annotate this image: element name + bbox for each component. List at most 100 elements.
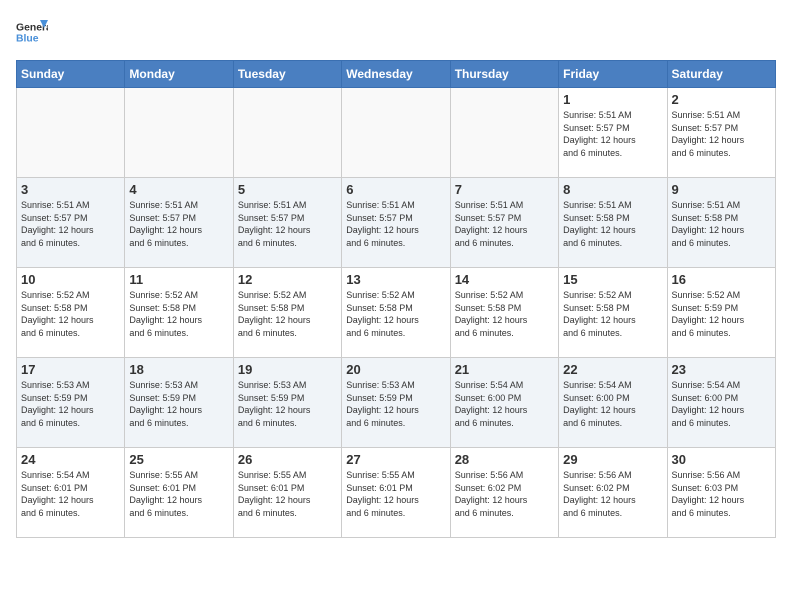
calendar-week-1: 1 Sunrise: 5:51 AM Sunset: 5:57 PM Daylig…	[17, 88, 776, 178]
calendar-cell: 23 Sunrise: 5:54 AM Sunset: 6:00 PM Dayli…	[667, 358, 775, 448]
calendar-cell: 17 Sunrise: 5:53 AM Sunset: 5:59 PM Dayli…	[17, 358, 125, 448]
day-info: Sunrise: 5:55 AM Sunset: 6:01 PM Dayligh…	[346, 469, 445, 519]
day-number: 4	[129, 182, 228, 197]
day-info: Sunrise: 5:52 AM Sunset: 5:58 PM Dayligh…	[238, 289, 337, 339]
calendar-cell: 21Sunrise: 5:54 AM Sunset: 6:00 PM Dayli…	[450, 358, 558, 448]
day-info: Sunrise: 5:56 AM Sunset: 6:03 PM Dayligh…	[672, 469, 771, 519]
calendar-cell	[17, 88, 125, 178]
calendar-cell: 13 Sunrise: 5:52 AM Sunset: 5:58 PM Dayli…	[342, 268, 450, 358]
calendar-cell: 25 Sunrise: 5:55 AM Sunset: 6:01 PM Dayli…	[125, 448, 233, 538]
day-info: Sunrise: 5:51 AM Sunset: 5:57 PM Dayligh…	[21, 199, 120, 249]
day-info: Sunrise: 5:52 AM Sunset: 5:58 PM Dayligh…	[563, 289, 662, 339]
logo: General Blue	[16, 16, 48, 48]
weekday-header-tuesday: Tuesday	[233, 61, 341, 88]
calendar-cell: 4 Sunrise: 5:51 AM Sunset: 5:57 PM Daylig…	[125, 178, 233, 268]
weekday-header-thursday: Thursday	[450, 61, 558, 88]
calendar-cell: 22 Sunrise: 5:54 AM Sunset: 6:00 PM Dayli…	[559, 358, 667, 448]
calendar-cell: 15 Sunrise: 5:52 AM Sunset: 5:58 PM Dayli…	[559, 268, 667, 358]
day-number: 1	[563, 92, 662, 107]
day-number: 7	[455, 182, 554, 197]
day-info: Sunrise: 5:54 AM Sunset: 6:00 PM Dayligh…	[455, 379, 554, 429]
day-number: 9	[672, 182, 771, 197]
weekday-header-wednesday: Wednesday	[342, 61, 450, 88]
day-info: Sunrise: 5:52 AM Sunset: 5:58 PM Dayligh…	[455, 289, 554, 339]
weekday-header-friday: Friday	[559, 61, 667, 88]
calendar-week-5: 24 Sunrise: 5:54 AM Sunset: 6:01 PM Dayli…	[17, 448, 776, 538]
day-info: Sunrise: 5:54 AM Sunset: 6:00 PM Dayligh…	[563, 379, 662, 429]
calendar-cell: 30 Sunrise: 5:56 AM Sunset: 6:03 PM Dayli…	[667, 448, 775, 538]
day-info: Sunrise: 5:51 AM Sunset: 5:57 PM Dayligh…	[455, 199, 554, 249]
calendar-cell: 19 Sunrise: 5:53 AM Sunset: 5:59 PM Dayli…	[233, 358, 341, 448]
day-number: 12	[238, 272, 337, 287]
calendar-cell: 10Sunrise: 5:52 AM Sunset: 5:58 PM Dayli…	[17, 268, 125, 358]
day-info: Sunrise: 5:51 AM Sunset: 5:57 PM Dayligh…	[238, 199, 337, 249]
day-info: Sunrise: 5:52 AM Sunset: 5:58 PM Dayligh…	[346, 289, 445, 339]
day-number: 13	[346, 272, 445, 287]
calendar-cell: 3 Sunrise: 5:51 AM Sunset: 5:57 PM Daylig…	[17, 178, 125, 268]
calendar-header: General Blue	[16, 16, 776, 48]
day-info: Sunrise: 5:55 AM Sunset: 6:01 PM Dayligh…	[238, 469, 337, 519]
calendar-week-3: 10 Sunrise: 5:52 AM Sunset: 5:58 PM Dayli…	[17, 268, 776, 358]
calendar-week-4: 17 Sunrise: 5:53 AM Sunset: 5:59 PM Dayli…	[17, 358, 776, 448]
calendar-cell: 2Sunrise: 5:51 AM Sunset: 5:57 PM Daylig…	[667, 88, 775, 178]
day-number: 15	[563, 272, 662, 287]
calendar-cell: 1 Sunrise: 5:51 AM Sunset: 5:57 PM Daylig…	[559, 88, 667, 178]
day-info: Sunrise: 5:51 AM Sunset: 5:57 PM Dayligh…	[129, 199, 228, 249]
calendar-table: SundayMondayTuesdayWednesdayThursdayFrid…	[16, 60, 776, 538]
day-info: Sunrise: 5:51 AM Sunset: 5:57 PM Dayligh…	[346, 199, 445, 249]
day-number: 27	[346, 452, 445, 467]
calendar-cell: 5Sunrise: 5:51 AM Sunset: 5:57 PM Daylig…	[233, 178, 341, 268]
day-info: Sunrise: 5:53 AM Sunset: 5:59 PM Dayligh…	[129, 379, 228, 429]
calendar-cell	[125, 88, 233, 178]
day-info: Sunrise: 5:53 AM Sunset: 5:59 PM Dayligh…	[238, 379, 337, 429]
day-number: 29	[563, 452, 662, 467]
weekday-header-sunday: Sunday	[17, 61, 125, 88]
weekday-header-saturday: Saturday	[667, 61, 775, 88]
calendar-cell: 8Sunrise: 5:51 AM Sunset: 5:58 PM Daylig…	[559, 178, 667, 268]
day-number: 2	[672, 92, 771, 107]
day-number: 22	[563, 362, 662, 377]
calendar-cell: 24 Sunrise: 5:54 AM Sunset: 6:01 PM Dayli…	[17, 448, 125, 538]
day-number: 6	[346, 182, 445, 197]
calendar-cell: 28Sunrise: 5:56 AM Sunset: 6:02 PM Dayli…	[450, 448, 558, 538]
calendar-cell: 29 Sunrise: 5:56 AM Sunset: 6:02 PM Dayli…	[559, 448, 667, 538]
day-info: Sunrise: 5:52 AM Sunset: 5:58 PM Dayligh…	[129, 289, 228, 339]
day-number: 24	[21, 452, 120, 467]
weekday-header-monday: Monday	[125, 61, 233, 88]
day-info: Sunrise: 5:51 AM Sunset: 5:58 PM Dayligh…	[672, 199, 771, 249]
day-number: 16	[672, 272, 771, 287]
day-number: 14	[455, 272, 554, 287]
day-number: 11	[129, 272, 228, 287]
day-number: 20	[346, 362, 445, 377]
day-info: Sunrise: 5:53 AM Sunset: 5:59 PM Dayligh…	[21, 379, 120, 429]
day-info: Sunrise: 5:53 AM Sunset: 5:59 PM Dayligh…	[346, 379, 445, 429]
day-info: Sunrise: 5:52 AM Sunset: 5:59 PM Dayligh…	[672, 289, 771, 339]
calendar-cell: 18 Sunrise: 5:53 AM Sunset: 5:59 PM Dayli…	[125, 358, 233, 448]
day-info: Sunrise: 5:51 AM Sunset: 5:57 PM Dayligh…	[563, 109, 662, 159]
day-info: Sunrise: 5:54 AM Sunset: 6:01 PM Dayligh…	[21, 469, 120, 519]
logo-icon: General Blue	[16, 16, 48, 48]
day-info: Sunrise: 5:51 AM Sunset: 5:58 PM Dayligh…	[563, 199, 662, 249]
day-number: 3	[21, 182, 120, 197]
day-info: Sunrise: 5:54 AM Sunset: 6:00 PM Dayligh…	[672, 379, 771, 429]
calendar-cell: 26 Sunrise: 5:55 AM Sunset: 6:01 PM Dayli…	[233, 448, 341, 538]
day-info: Sunrise: 5:55 AM Sunset: 6:01 PM Dayligh…	[129, 469, 228, 519]
calendar-cell: 14 Sunrise: 5:52 AM Sunset: 5:58 PM Dayli…	[450, 268, 558, 358]
calendar-cell: 16 Sunrise: 5:52 AM Sunset: 5:59 PM Dayli…	[667, 268, 775, 358]
calendar-cell: 12 Sunrise: 5:52 AM Sunset: 5:58 PM Dayli…	[233, 268, 341, 358]
day-number: 25	[129, 452, 228, 467]
calendar-cell: 20 Sunrise: 5:53 AM Sunset: 5:59 PM Dayli…	[342, 358, 450, 448]
calendar-cell: 11 Sunrise: 5:52 AM Sunset: 5:58 PM Dayli…	[125, 268, 233, 358]
day-number: 18	[129, 362, 228, 377]
calendar-week-2: 3 Sunrise: 5:51 AM Sunset: 5:57 PM Daylig…	[17, 178, 776, 268]
calendar-cell	[450, 88, 558, 178]
day-number: 19	[238, 362, 337, 377]
day-number: 30	[672, 452, 771, 467]
day-info: Sunrise: 5:56 AM Sunset: 6:02 PM Dayligh…	[563, 469, 662, 519]
calendar-cell: 6 Sunrise: 5:51 AM Sunset: 5:57 PM Daylig…	[342, 178, 450, 268]
day-number: 10	[21, 272, 120, 287]
day-number: 23	[672, 362, 771, 377]
day-number: 26	[238, 452, 337, 467]
calendar-cell: 9 Sunrise: 5:51 AM Sunset: 5:58 PM Daylig…	[667, 178, 775, 268]
day-number: 17	[21, 362, 120, 377]
